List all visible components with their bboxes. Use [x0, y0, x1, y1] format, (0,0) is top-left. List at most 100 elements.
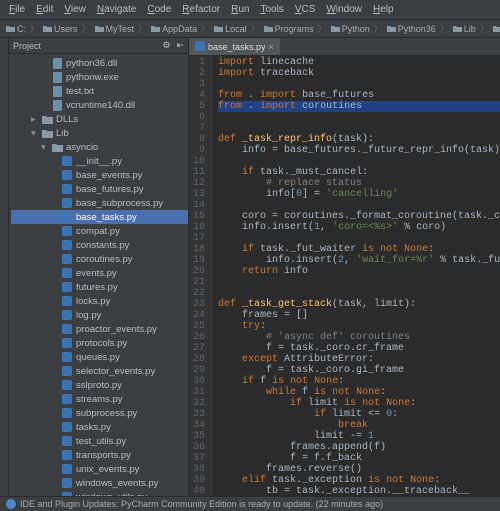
- fold-icon: [493, 24, 500, 34]
- code-content[interactable]: import linecacheimport traceback from . …: [212, 56, 500, 496]
- tree-file[interactable]: base_tasks.py: [11, 210, 188, 224]
- tree-label: Lib: [56, 128, 69, 139]
- tree-label: __init__.py: [76, 156, 122, 167]
- tree-file[interactable]: test.txt: [11, 84, 188, 98]
- fold-icon: [331, 24, 340, 34]
- tree-file[interactable]: pythonw.exe: [11, 70, 188, 84]
- tree-file[interactable]: windows_events.py: [11, 476, 188, 490]
- menu-help[interactable]: Help: [368, 2, 399, 17]
- breadcrumb-item[interactable]: Users: [54, 24, 78, 34]
- tree-label: streams.py: [76, 394, 122, 405]
- tree-file[interactable]: base_subprocess.py: [11, 196, 188, 210]
- tree-file[interactable]: tasks.py: [11, 420, 188, 434]
- menu-tools[interactable]: Tools: [255, 2, 288, 17]
- tree-file[interactable]: selector_events.py: [11, 364, 188, 378]
- menu-code[interactable]: Code: [142, 2, 176, 17]
- sidebar-title[interactable]: Project: [13, 41, 41, 51]
- gear-icon[interactable]: ⚙: [162, 40, 170, 51]
- tree-file[interactable]: unix_events.py: [11, 462, 188, 476]
- tree-label: test.txt: [66, 86, 94, 97]
- breadcrumb: C:〉Users〉MyTest〉AppData〉Local〉Programs〉P…: [0, 20, 500, 38]
- python-icon: [61, 281, 73, 293]
- tree-file[interactable]: base_events.py: [11, 168, 188, 182]
- breadcrumb-sep: 〉: [318, 22, 327, 35]
- tree-label: queues.py: [76, 352, 120, 363]
- tree-file[interactable]: constants.py: [11, 238, 188, 252]
- info-icon[interactable]: [6, 499, 16, 509]
- breadcrumb-item[interactable]: Local: [225, 24, 247, 34]
- menu-window[interactable]: Window: [321, 2, 367, 17]
- tree-label: futures.py: [76, 282, 118, 293]
- drive-icon: [43, 24, 52, 34]
- menu-view[interactable]: View: [59, 2, 91, 17]
- tree-file[interactable]: coroutines.py: [11, 252, 188, 266]
- tree-file[interactable]: queues.py: [11, 350, 188, 364]
- line-numbers: 1234567891011121314151617181920212223242…: [189, 56, 212, 496]
- tree-file[interactable]: vcruntime140.dll: [11, 98, 188, 112]
- tree-file[interactable]: compat.py: [11, 224, 188, 238]
- tree-file[interactable]: base_futures.py: [11, 182, 188, 196]
- breadcrumb-sep: 〉: [440, 22, 449, 35]
- fold-icon: [387, 24, 396, 34]
- python-icon: [61, 155, 73, 167]
- breadcrumb-item[interactable]: C:: [17, 24, 26, 34]
- folder-icon: [51, 141, 63, 153]
- tree-file[interactable]: python36.dll: [11, 56, 188, 70]
- tree-file[interactable]: subprocess.py: [11, 406, 188, 420]
- tree-label: events.py: [76, 268, 117, 279]
- python-icon: [61, 379, 73, 391]
- python-icon: [61, 253, 73, 265]
- tree-file[interactable]: locks.py: [11, 294, 188, 308]
- breadcrumb-sep: 〉: [201, 22, 210, 35]
- breadcrumb-item[interactable]: Python: [342, 24, 370, 34]
- menu-run[interactable]: Run: [226, 2, 254, 17]
- tree-label: unix_events.py: [76, 464, 139, 475]
- breadcrumb-item[interactable]: Python36: [398, 24, 436, 34]
- tree-folder[interactable]: ▾ Lib: [11, 126, 188, 140]
- tree-file[interactable]: events.py: [11, 266, 188, 280]
- tree-file[interactable]: futures.py: [11, 280, 188, 294]
- tree-file[interactable]: protocols.py: [11, 336, 188, 350]
- tree-folder[interactable]: ▾ asyncio: [11, 140, 188, 154]
- tree-folder[interactable]: ▸ DLLs: [11, 112, 188, 126]
- tree-file[interactable]: transports.py: [11, 448, 188, 462]
- tree-file[interactable]: __init__.py: [11, 154, 188, 168]
- fold-icon: [453, 24, 462, 34]
- tree-label: base_futures.py: [76, 184, 144, 195]
- tree-file[interactable]: streams.py: [11, 392, 188, 406]
- tree-label: proactor_events.py: [76, 324, 157, 335]
- drive-icon: [6, 24, 15, 34]
- breadcrumb-sep: 〉: [138, 22, 147, 35]
- tree-file[interactable]: proactor_events.py: [11, 322, 188, 336]
- menu-vcs[interactable]: VCS: [290, 2, 321, 17]
- fold-icon: [264, 24, 273, 34]
- python-icon: [61, 435, 73, 447]
- editor[interactable]: 1234567891011121314151617181920212223242…: [189, 56, 500, 496]
- breadcrumb-item[interactable]: AppData: [162, 24, 197, 34]
- close-icon[interactable]: ×: [269, 42, 274, 52]
- status-text[interactable]: IDE and Plugin Updates: PyCharm Communit…: [20, 499, 383, 509]
- tree-label: constants.py: [76, 240, 129, 251]
- breadcrumb-item[interactable]: Lib: [464, 24, 476, 34]
- project-tree[interactable]: python36.dllpythonw.exe test.txtvcruntime…: [9, 54, 188, 496]
- menu-refactor[interactable]: Refactor: [177, 2, 225, 17]
- python-icon: [61, 407, 73, 419]
- tree-label: python36.dll: [66, 58, 117, 69]
- python-icon: [61, 463, 73, 475]
- tab-file[interactable]: base_tasks.py ×: [189, 38, 280, 55]
- tree-label: test_utils.py: [76, 436, 126, 447]
- menu-file[interactable]: File: [4, 2, 30, 17]
- breadcrumb-item[interactable]: Programs: [275, 24, 314, 34]
- breadcrumb-sep: 〉: [30, 22, 39, 35]
- breadcrumb-item[interactable]: MyTest: [106, 24, 135, 34]
- tree-label: coroutines.py: [76, 254, 133, 265]
- tree-label: asyncio: [66, 142, 98, 153]
- tree-file[interactable]: log.py: [11, 308, 188, 322]
- python-icon: [61, 309, 73, 321]
- breadcrumb-sep: 〉: [374, 22, 383, 35]
- menu-edit[interactable]: Edit: [31, 2, 58, 17]
- menu-navigate[interactable]: Navigate: [92, 2, 141, 17]
- collapse-icon[interactable]: ⇤: [176, 40, 184, 51]
- tree-file[interactable]: sslproto.py: [11, 378, 188, 392]
- tree-file[interactable]: test_utils.py: [11, 434, 188, 448]
